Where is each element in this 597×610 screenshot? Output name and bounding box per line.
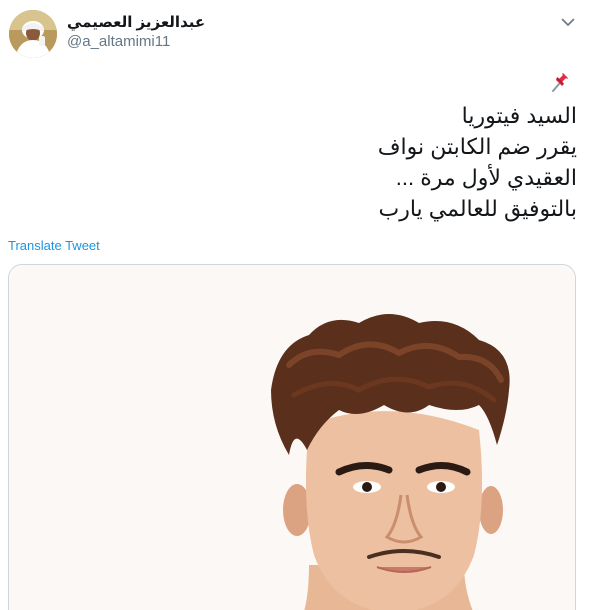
avatar[interactable] bbox=[9, 10, 57, 58]
tweet-text-line: يقرر ضم الكابتن نواف bbox=[377, 134, 577, 159]
tweet-text-line: العقيدي لأول مرة ... bbox=[395, 165, 577, 190]
user-avatar-image bbox=[9, 10, 57, 58]
tweet-text-line: بالتوفيق للعالمي يارب bbox=[378, 196, 577, 221]
tweet-media-photo[interactable] bbox=[8, 264, 576, 610]
pin-line bbox=[57, 69, 577, 100]
tweet-text: السيد فيتوريا يقرر ضم الكابتن نواف العقي… bbox=[57, 69, 577, 224]
tweet-text-line: السيد فيتوريا bbox=[461, 103, 577, 128]
pushpin-icon bbox=[552, 73, 568, 92]
author-display-name[interactable]: عبدالعزيز العصيمي bbox=[67, 14, 205, 32]
player-photo bbox=[9, 265, 575, 610]
translate-tweet-link[interactable]: Translate Tweet bbox=[8, 238, 100, 254]
author-handle[interactable]: @a_altamimi11 bbox=[67, 33, 170, 51]
tweet-card: عبدالعزيز العصيمي @a_altamimi11 السيد في… bbox=[0, 0, 597, 610]
chevron-down-icon[interactable] bbox=[559, 13, 577, 31]
